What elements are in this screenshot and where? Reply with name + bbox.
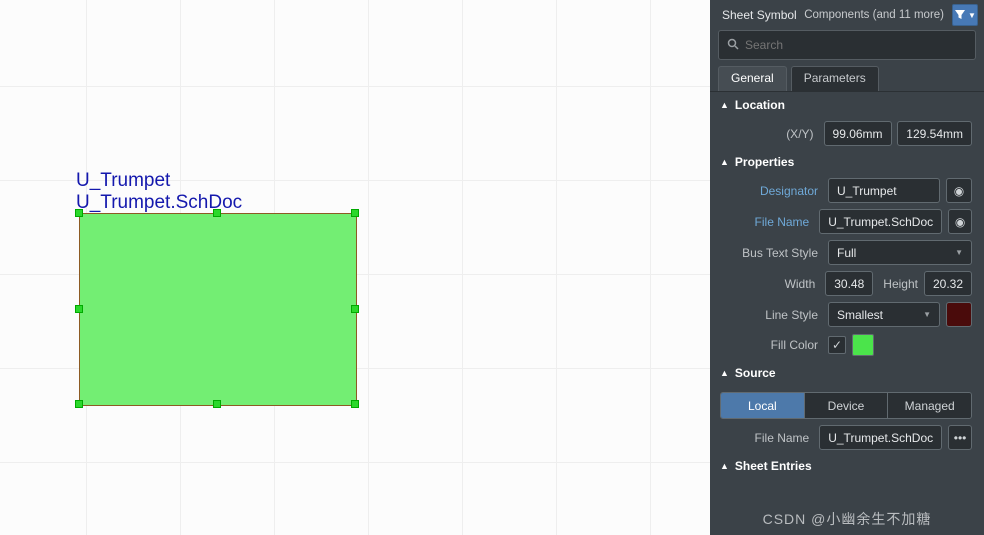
section-properties-header[interactable]: ▲ Properties [710, 149, 982, 175]
resize-handle-tm[interactable] [213, 209, 221, 217]
filename-input[interactable]: U_Trumpet.SchDoc [819, 209, 942, 234]
collapse-icon: ▲ [720, 157, 729, 167]
sheet-symbol[interactable] [79, 213, 357, 406]
xy-label: (X/Y) [720, 127, 824, 141]
visibility-toggle-filename[interactable]: ◉ [948, 209, 972, 234]
y-input[interactable]: 129.54mm [897, 121, 972, 146]
resize-handle-bm[interactable] [213, 400, 221, 408]
line-color-swatch[interactable] [946, 302, 972, 327]
visibility-toggle-designator[interactable]: ◉ [946, 178, 972, 203]
source-filename-input[interactable]: U_Trumpet.SchDoc [819, 425, 942, 450]
section-sheet-entries-header[interactable]: ▲ Sheet Entries [710, 453, 982, 479]
width-label: Width [720, 277, 825, 291]
width-input[interactable]: 30.48 [825, 271, 873, 296]
source-device[interactable]: Device [804, 393, 888, 418]
search-icon [727, 38, 739, 53]
search-box[interactable] [718, 30, 976, 60]
tab-parameters[interactable]: Parameters [791, 66, 879, 91]
chevron-down-icon: ▼ [968, 11, 976, 20]
bus-text-style-label: Bus Text Style [720, 246, 828, 260]
section-location-title: Location [735, 98, 785, 112]
resize-handle-tr[interactable] [351, 209, 359, 217]
resize-handle-br[interactable] [351, 400, 359, 408]
filter-button[interactable]: ▼ [952, 4, 978, 26]
fill-color-checkbox[interactable]: ✓ [828, 336, 846, 354]
symbol-designator-text[interactable]: U_Trumpet [76, 170, 242, 192]
section-source-header[interactable]: ▲ Source [710, 360, 982, 386]
symbol-labels: U_Trumpet U_Trumpet.SchDoc [76, 170, 242, 214]
schematic-canvas[interactable]: U_Trumpet U_Trumpet.SchDoc [0, 0, 710, 535]
resize-handle-ml[interactable] [75, 305, 83, 313]
funnel-icon [954, 9, 966, 21]
ellipsis-icon: ••• [954, 431, 967, 445]
bus-text-style-select[interactable]: Full [828, 240, 972, 265]
section-sheet-entries-title: Sheet Entries [735, 459, 812, 473]
designator-label: Designator [720, 184, 828, 198]
source-managed[interactable]: Managed [887, 393, 971, 418]
section-location-header[interactable]: ▲ Location [710, 92, 982, 118]
line-style-select[interactable]: Smallest [828, 302, 940, 327]
height-label: Height [873, 277, 924, 291]
eye-icon: ◉ [954, 184, 964, 198]
height-input[interactable]: 20.32 [924, 271, 972, 296]
x-input[interactable]: 99.06mm [824, 121, 892, 146]
filename-label: File Name [720, 215, 819, 229]
properties-panel: Sheet Symbol Components (and 11 more) ▼ … [710, 0, 984, 535]
fill-color-label: Fill Color [720, 338, 828, 352]
resize-handle-bl[interactable] [75, 400, 83, 408]
browse-button[interactable]: ••• [948, 425, 972, 450]
resize-handle-tl[interactable] [75, 209, 83, 217]
panel-more-text[interactable]: Components (and 11 more) [804, 9, 944, 21]
search-input[interactable] [745, 38, 967, 52]
collapse-icon: ▲ [720, 461, 729, 471]
source-filename-label: File Name [720, 431, 819, 445]
section-properties-title: Properties [735, 155, 794, 169]
eye-icon: ◉ [955, 215, 965, 229]
resize-handle-mr[interactable] [351, 305, 359, 313]
tab-general[interactable]: General [718, 66, 787, 91]
designator-input[interactable]: U_Trumpet [828, 178, 940, 203]
panel-title: Sheet Symbol [722, 8, 797, 22]
collapse-icon: ▲ [720, 100, 729, 110]
section-source-title: Source [735, 366, 776, 380]
line-style-label: Line Style [720, 308, 828, 322]
source-segmented: Local Device Managed [720, 392, 972, 419]
collapse-icon: ▲ [720, 368, 729, 378]
fill-color-swatch[interactable] [852, 334, 874, 356]
source-local[interactable]: Local [721, 393, 804, 418]
